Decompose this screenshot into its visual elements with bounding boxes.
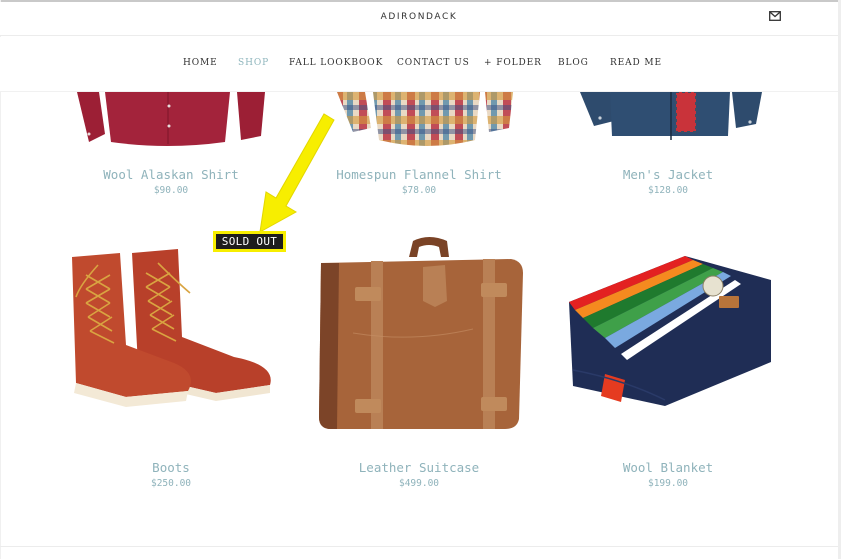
nav-item-blog[interactable]: BLOG <box>558 58 589 68</box>
site-title[interactable]: ADIRONDACK <box>0 12 838 22</box>
product-image-wool-alaskan-shirt[interactable] <box>75 92 270 150</box>
nav-item-home[interactable]: HOME <box>183 58 218 68</box>
product-image-boots[interactable] <box>66 245 276 410</box>
nav-item-folder[interactable]: + FOLDER <box>484 58 542 68</box>
product-image-wool-blanket[interactable] <box>565 250 775 410</box>
footer-divider <box>0 546 838 547</box>
nav-item-contact-us[interactable]: CONTACT US <box>397 58 470 68</box>
product-name[interactable]: Men's Jacket <box>538 167 798 182</box>
product-image-leather-suitcase[interactable] <box>313 233 525 433</box>
nav-item-read-me[interactable]: READ ME <box>610 58 662 68</box>
annotation-arrow-icon <box>259 113 335 233</box>
sold-out-badge: SOLD OUT <box>213 231 286 252</box>
nav-item-fall-lookbook[interactable]: FALL LOOKBOOK <box>289 58 383 68</box>
product-image-mens-jacket[interactable] <box>580 92 765 142</box>
product-price: $250.00 <box>150 478 192 489</box>
product-name[interactable]: Leather Suitcase <box>289 460 549 475</box>
mail-icon[interactable] <box>769 11 781 21</box>
site-header: ADIRONDACK <box>0 2 838 36</box>
product-name[interactable]: Wool Blanket <box>538 460 798 475</box>
product-image-homespun-flannel-shirt[interactable] <box>335 92 515 150</box>
main-nav: HOME SHOP FALL LOOKBOOK CONTACT US + FOL… <box>0 37 838 92</box>
product-price: $128.00 <box>647 185 689 196</box>
product-name[interactable]: Boots <box>41 460 301 475</box>
product-price: $499.00 <box>398 478 440 489</box>
product-price: $199.00 <box>647 478 689 489</box>
nav-item-shop[interactable]: SHOP <box>238 58 269 68</box>
